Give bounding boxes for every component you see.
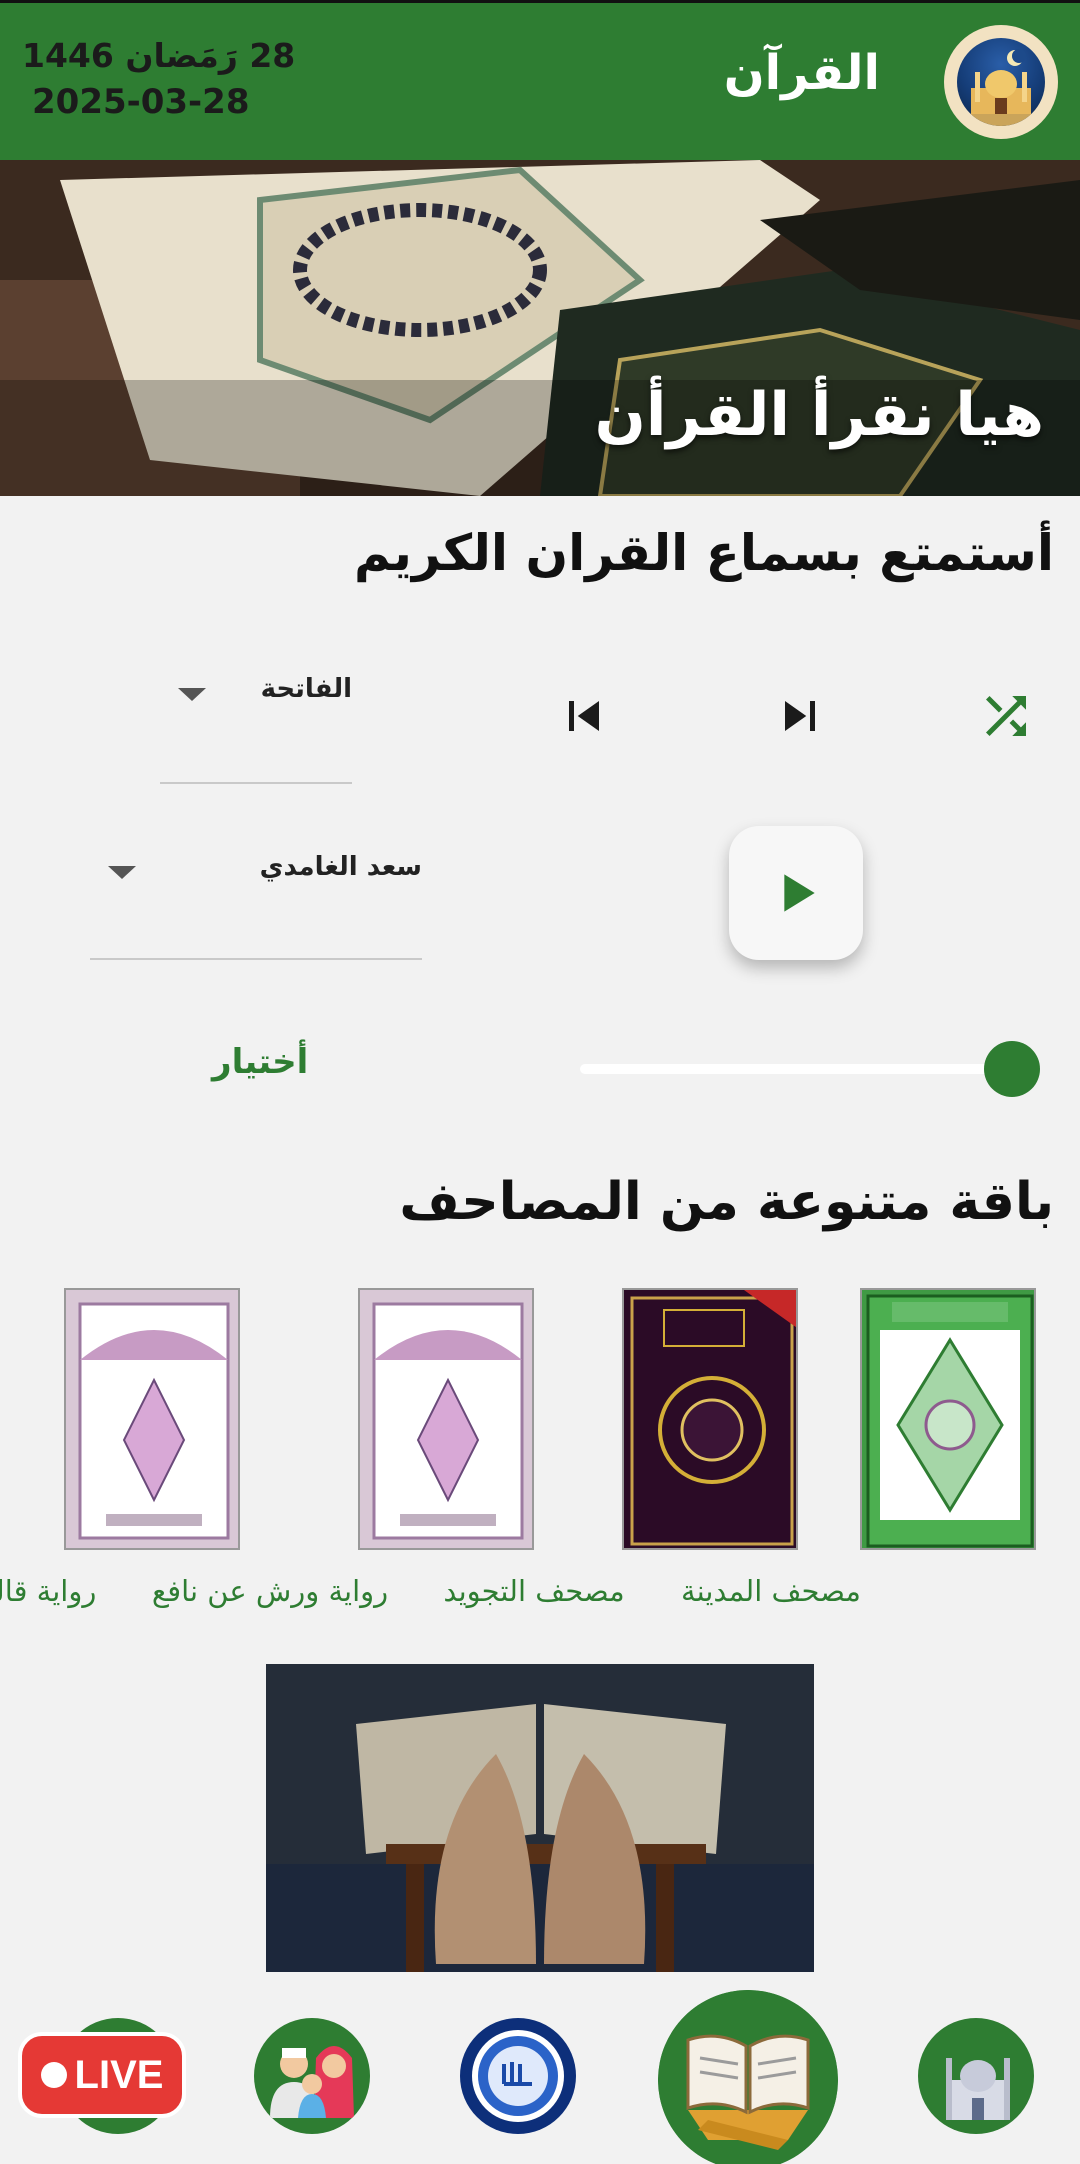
mushaf-label: رواية ورش عن نافع [151, 1574, 389, 1608]
skip-previous-icon [569, 701, 599, 731]
reciter-selected: سعد الغامدي [259, 852, 422, 882]
listen-section-title: أستمتع بسماع القران الكريم [353, 524, 1054, 582]
hijri-date: 28 رَمَضان 1446 [22, 36, 296, 75]
shuffle-icon [986, 696, 1026, 736]
mushaf-cover [622, 1288, 798, 1550]
live-dot-icon [40, 2062, 67, 2088]
skip-next-icon [785, 701, 815, 731]
surah-selected: الفاتحة [260, 674, 352, 704]
nav-quran[interactable] [658, 1990, 838, 2164]
mushaf-cover [860, 1288, 1036, 1550]
hero-title: هيا نقرأ القرأن [594, 380, 1044, 450]
mosque-icon [920, 2020, 1032, 2132]
progress-track[interactable] [580, 1064, 1010, 1074]
mushaf-cover [358, 1288, 534, 1550]
mushaf-label: مصحف التجويد [443, 1574, 625, 1608]
shuffle-button[interactable] [976, 686, 1036, 746]
dropdown-underline [160, 782, 352, 784]
mushaf-section-title: باقة متنوعة من المصاحف [399, 1172, 1054, 1232]
dropdown-underline [90, 958, 422, 960]
nav-family[interactable] [254, 2018, 370, 2134]
live-label: LIVE [74, 2052, 164, 2097]
nav-names-of-allah[interactable] [460, 2018, 576, 2134]
mushaf-label: مصحف المدينة [681, 1574, 861, 1608]
play-icon [784, 874, 815, 912]
allah-medallion-icon [462, 2020, 574, 2132]
next-button[interactable] [770, 686, 830, 746]
quran-book-icon [658, 1990, 838, 2164]
play-button[interactable] [729, 826, 863, 960]
progress-thumb[interactable] [984, 1041, 1040, 1097]
mushaf-cover [64, 1288, 240, 1550]
app-title: القرآن [723, 45, 880, 101]
choose-button[interactable]: أختيار [212, 1042, 308, 1082]
hero-banner: هيا نقرأ القرأن [0, 160, 1080, 496]
chevron-down-icon [108, 866, 136, 879]
prayer-photo [266, 1664, 814, 1972]
app-screen: 28 رَمَضان 1446 2025-03-28 القرآن هيا نق… [0, 0, 1080, 2164]
bottom-navigation: LIVE [0, 1990, 1080, 2164]
chevron-down-icon [178, 688, 206, 701]
app-bar: 28 رَمَضان 1446 2025-03-28 القرآن [0, 0, 1080, 160]
mosque-logo-icon [957, 38, 1045, 126]
surah-dropdown[interactable]: الفاتحة [160, 670, 352, 784]
previous-button[interactable] [554, 686, 614, 746]
date-display: 28 رَمَضان 1446 2025-03-28 [22, 33, 295, 125]
reciter-dropdown[interactable]: سعد الغامدي [90, 848, 422, 960]
nav-live[interactable]: LIVE [18, 2032, 186, 2118]
mushaf-label: رواية قالون عن نافع [0, 1574, 97, 1608]
nav-mosque[interactable] [918, 2018, 1034, 2134]
family-icon [256, 2020, 368, 2132]
app-logo[interactable] [944, 25, 1058, 139]
gregorian-date: 2025-03-28 [32, 82, 250, 122]
